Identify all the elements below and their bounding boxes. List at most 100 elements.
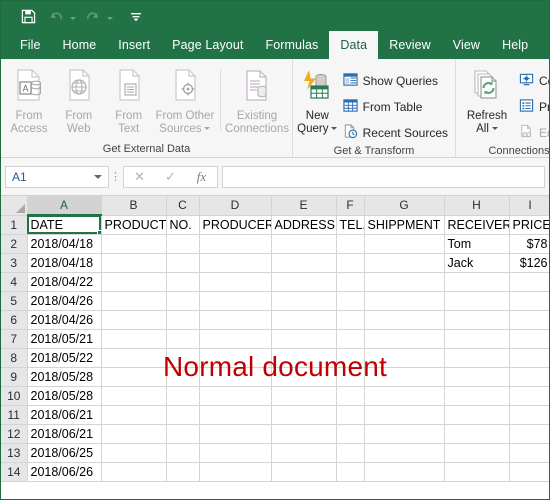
tab-data[interactable]: Data — [329, 31, 379, 59]
save-button[interactable] — [17, 5, 39, 27]
cell-E3[interactable] — [271, 253, 337, 273]
cell-A9[interactable]: 2018/05/28 — [27, 367, 102, 387]
cell-H5[interactable] — [444, 291, 510, 311]
cell-C9[interactable] — [166, 367, 200, 387]
cell-A7[interactable]: 2018/05/21 — [27, 329, 102, 349]
cell-C12[interactable] — [166, 424, 200, 444]
cell-C8[interactable] — [166, 348, 200, 368]
row-header-8[interactable]: 8 — [1, 348, 28, 368]
cell-B14[interactable] — [101, 462, 167, 482]
row-header-6[interactable]: 6 — [1, 310, 28, 330]
row-header-4[interactable]: 4 — [1, 272, 28, 292]
existing-connections-button[interactable]: Existing Connections — [225, 63, 289, 136]
cell-D2[interactable] — [199, 234, 272, 254]
from-table-button[interactable]: From Table — [339, 95, 452, 119]
show-queries-button[interactable]: Show Queries — [339, 69, 452, 93]
cell-H14[interactable] — [444, 462, 510, 482]
cell-D13[interactable] — [199, 443, 272, 463]
cell-D14[interactable] — [199, 462, 272, 482]
column-header-f[interactable]: F — [336, 196, 365, 216]
cell-D7[interactable] — [199, 329, 272, 349]
cell-H12[interactable] — [444, 424, 510, 444]
refresh-all-button[interactable]: Refresh All — [459, 63, 515, 136]
cancel-button[interactable]: ✕ — [124, 167, 155, 187]
cell-F7[interactable] — [336, 329, 365, 349]
tab-file[interactable]: File — [9, 31, 52, 59]
cell-B5[interactable] — [101, 291, 167, 311]
cell-G11[interactable] — [364, 405, 445, 425]
cell-I12[interactable] — [509, 424, 549, 444]
cell-C11[interactable] — [166, 405, 200, 425]
row-header-12[interactable]: 12 — [1, 424, 28, 444]
cell-D9[interactable] — [199, 367, 272, 387]
cell-A8[interactable]: 2018/05/22 — [27, 348, 102, 368]
edit-links-button[interactable]: Edit Li — [515, 121, 549, 145]
new-query-button[interactable]: New Query — [296, 63, 339, 136]
cell-B7[interactable] — [101, 329, 167, 349]
cell-H4[interactable] — [444, 272, 510, 292]
cell-F14[interactable] — [336, 462, 365, 482]
row-header-11[interactable]: 11 — [1, 405, 28, 425]
cell-H8[interactable] — [444, 348, 510, 368]
cell-C6[interactable] — [166, 310, 200, 330]
cell-I5[interactable] — [509, 291, 549, 311]
insert-function-button[interactable]: fx — [186, 167, 217, 187]
formula-bar-grip[interactable]: ⋮ — [109, 170, 123, 183]
recent-sources-button[interactable]: Recent Sources — [339, 121, 452, 145]
cell-G2[interactable] — [364, 234, 445, 254]
cell-B8[interactable] — [101, 348, 167, 368]
cell-H1[interactable]: RECEIVER — [444, 215, 510, 235]
cell-B11[interactable] — [101, 405, 167, 425]
cell-I13[interactable] — [509, 443, 549, 463]
cell-I4[interactable] — [509, 272, 549, 292]
undo-dropdown-icon[interactable] — [70, 16, 76, 20]
cell-G8[interactable] — [364, 348, 445, 368]
cell-A5[interactable]: 2018/04/26 — [27, 291, 102, 311]
cell-G5[interactable] — [364, 291, 445, 311]
name-box[interactable]: A1 — [5, 165, 109, 188]
cell-G10[interactable] — [364, 386, 445, 406]
tab-review[interactable]: Review — [378, 31, 442, 59]
from-web-button[interactable]: From Web — [54, 63, 104, 136]
cell-E7[interactable] — [271, 329, 337, 349]
cell-H11[interactable] — [444, 405, 510, 425]
cell-I3[interactable]: $126 — [509, 253, 549, 273]
cell-G12[interactable] — [364, 424, 445, 444]
redo-dropdown-icon[interactable] — [107, 16, 113, 20]
cell-I14[interactable] — [509, 462, 549, 482]
connections-button[interactable]: Conne — [515, 69, 549, 93]
cell-H3[interactable]: Jack — [444, 253, 510, 273]
tab-insert[interactable]: Insert — [107, 31, 161, 59]
cell-E4[interactable] — [271, 272, 337, 292]
formula-input[interactable] — [222, 165, 545, 188]
cell-F6[interactable] — [336, 310, 365, 330]
cell-A11[interactable]: 2018/06/21 — [27, 405, 102, 425]
tab-help[interactable]: Help — [491, 31, 539, 59]
cell-I1[interactable]: PRICE — [509, 215, 549, 235]
cell-H13[interactable] — [444, 443, 510, 463]
name-box-dropdown-icon[interactable] — [94, 174, 102, 179]
cell-H6[interactable] — [444, 310, 510, 330]
cell-D6[interactable] — [199, 310, 272, 330]
cell-G7[interactable] — [364, 329, 445, 349]
cell-B9[interactable] — [101, 367, 167, 387]
cell-A13[interactable]: 2018/06/25 — [27, 443, 102, 463]
cell-B12[interactable] — [101, 424, 167, 444]
cell-I6[interactable] — [509, 310, 549, 330]
row-header-1[interactable]: 1 — [1, 215, 28, 235]
cell-E2[interactable] — [271, 234, 337, 254]
cell-G1[interactable]: SHIPPMENT — [364, 215, 445, 235]
cell-B3[interactable] — [101, 253, 167, 273]
cell-H10[interactable] — [444, 386, 510, 406]
cell-A2[interactable]: 2018/04/18 — [27, 234, 102, 254]
cell-D4[interactable] — [199, 272, 272, 292]
cell-D11[interactable] — [199, 405, 272, 425]
cell-C13[interactable] — [166, 443, 200, 463]
row-header-5[interactable]: 5 — [1, 291, 28, 311]
cell-E8[interactable] — [271, 348, 337, 368]
cell-H7[interactable] — [444, 329, 510, 349]
cell-G14[interactable] — [364, 462, 445, 482]
cell-B6[interactable] — [101, 310, 167, 330]
cell-H9[interactable] — [444, 367, 510, 387]
cell-I11[interactable] — [509, 405, 549, 425]
